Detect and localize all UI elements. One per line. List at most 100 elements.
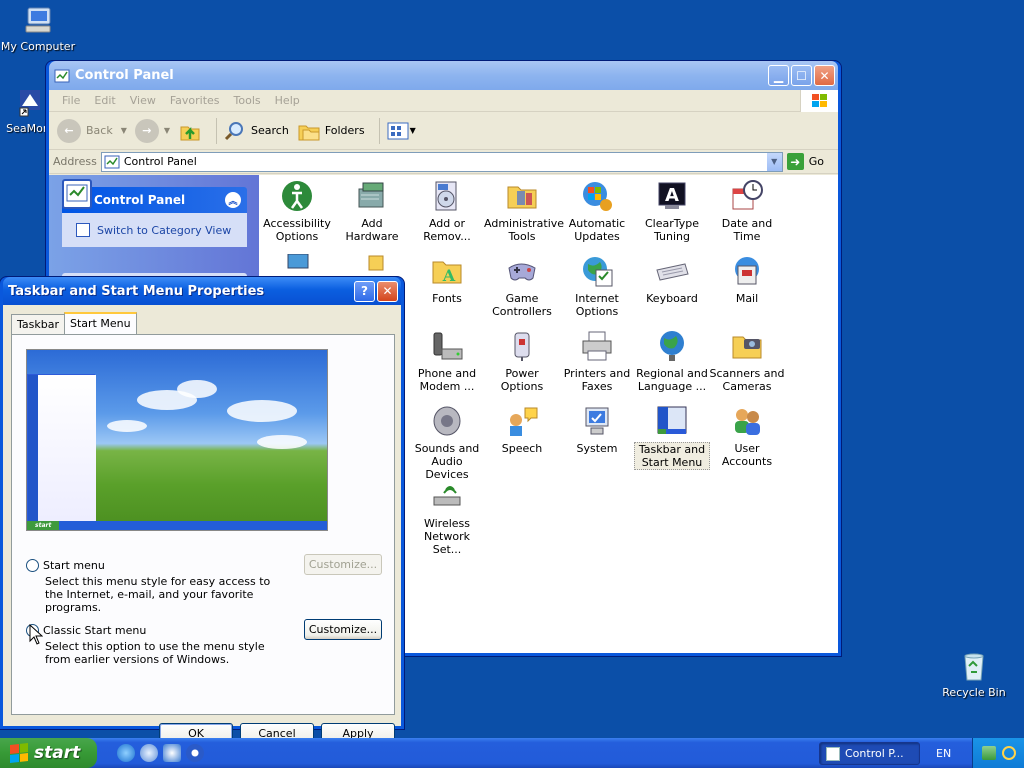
taskbar-button-control-panel[interactable]: Control P... bbox=[819, 742, 920, 765]
desktop-icon-label: My Computer bbox=[0, 40, 76, 53]
item-printers-and-faxes[interactable]: Printers and Faxes bbox=[559, 329, 635, 393]
item-label: User Accounts bbox=[721, 442, 773, 468]
item-administrative-tools[interactable]: Administrative Tools bbox=[484, 179, 564, 243]
close-button[interactable]: ✕ bbox=[377, 280, 398, 302]
item-label: Scanners and Cameras bbox=[709, 367, 785, 393]
address-value: Control Panel bbox=[123, 155, 197, 168]
task-button-label: Control P... bbox=[845, 747, 904, 760]
item-sounds-and-audio[interactable]: Sounds and Audio Devices bbox=[409, 404, 485, 481]
menu-help[interactable]: Help bbox=[268, 94, 307, 107]
tab-start-menu[interactable]: Start Menu bbox=[64, 312, 137, 334]
chevron-down-icon[interactable]: ▼ bbox=[164, 126, 170, 135]
item-system[interactable]: System bbox=[559, 404, 635, 455]
tab-taskbar[interactable]: Taskbar bbox=[11, 314, 65, 334]
search-icon[interactable] bbox=[1001, 746, 1016, 760]
item-cleartype-tuning[interactable]: A ClearType Tuning bbox=[634, 179, 710, 243]
go-button[interactable]: ➜ Go bbox=[786, 153, 824, 170]
item-add-remove-programs[interactable]: Add or Remov... bbox=[409, 179, 485, 243]
network-icon[interactable] bbox=[981, 746, 996, 760]
item-label: Printers and Faxes bbox=[563, 367, 631, 393]
phone-modem-icon bbox=[430, 329, 464, 363]
item-game-controllers[interactable]: Game Controllers bbox=[484, 254, 560, 318]
up-button[interactable] bbox=[178, 119, 202, 143]
outlook-express-icon[interactable] bbox=[163, 744, 181, 762]
option-label: Classic Start menu bbox=[43, 624, 147, 637]
task-box-title: Control Panel bbox=[94, 193, 186, 207]
media-player-icon[interactable] bbox=[186, 744, 204, 762]
address-dropdown-button[interactable]: ▼ bbox=[766, 152, 782, 171]
item-label: System bbox=[576, 442, 618, 455]
item-phone-and-modem[interactable]: Phone and Modem ... bbox=[409, 329, 485, 393]
menu-favorites[interactable]: Favorites bbox=[163, 94, 227, 107]
toolbar-separator bbox=[216, 117, 218, 144]
fonts-icon: A bbox=[430, 254, 464, 288]
cleartype-icon: A bbox=[655, 179, 689, 213]
item-label: Sounds and Audio Devices bbox=[414, 442, 480, 481]
windows-logo-icon bbox=[800, 89, 838, 112]
item-add-hardware[interactable]: Add Hardware bbox=[334, 179, 410, 243]
option-description: Select this option to use the menu style… bbox=[45, 640, 265, 666]
desktop-icon-my-computer[interactable]: My Computer bbox=[0, 4, 76, 53]
item-mail[interactable]: Mail bbox=[709, 254, 785, 305]
windows-flag-icon bbox=[10, 743, 28, 763]
item-regional-and-language[interactable]: Regional and Language ... bbox=[634, 329, 710, 393]
back-button[interactable]: ← Back ▼ bbox=[57, 118, 127, 143]
help-button[interactable]: ? bbox=[354, 280, 375, 302]
item-label: Wireless Network Set... bbox=[423, 517, 471, 556]
menu-file[interactable]: File bbox=[55, 94, 87, 107]
collapse-icon[interactable]: ︽ bbox=[225, 192, 241, 208]
windows-messenger-icon[interactable] bbox=[140, 744, 158, 762]
item-fonts[interactable]: A Fonts bbox=[409, 254, 485, 305]
task-box-header[interactable]: Control Panel ︽ bbox=[62, 179, 247, 213]
item-label: Add or Remov... bbox=[423, 217, 471, 243]
chevron-down-icon: ▼ bbox=[409, 126, 416, 135]
item-label: Fonts bbox=[432, 292, 462, 305]
address-input[interactable]: Control Panel ▼ bbox=[100, 151, 783, 172]
forward-button[interactable]: → ▼ bbox=[134, 118, 170, 143]
dialog-titlebar[interactable]: Taskbar and Start Menu Properties ? ✕ bbox=[3, 277, 401, 305]
item-label: Date and Time bbox=[721, 217, 773, 243]
administrative-tools-icon bbox=[505, 179, 539, 213]
maximize-button[interactable]: ☐ bbox=[791, 65, 812, 86]
category-view-icon bbox=[76, 223, 90, 237]
minimize-button[interactable]: ▁ bbox=[768, 65, 789, 86]
option-start-menu[interactable]: Start menu bbox=[26, 559, 105, 572]
desktop-icon-recycle-bin[interactable]: Recycle Bin bbox=[936, 650, 1012, 699]
language-indicator[interactable]: EN bbox=[930, 745, 957, 762]
menu-tools[interactable]: Tools bbox=[227, 94, 268, 107]
item-keyboard[interactable]: Keyboard bbox=[634, 254, 710, 305]
item-automatic-updates[interactable]: Automatic Updates bbox=[559, 179, 635, 243]
option-classic-start-menu[interactable]: Classic Start menu bbox=[26, 624, 146, 637]
item-label: Internet Options bbox=[575, 292, 619, 318]
views-button[interactable]: ▼ bbox=[386, 120, 416, 142]
customize-start-menu-button[interactable]: Customize... bbox=[304, 554, 382, 575]
printer-icon bbox=[580, 329, 614, 363]
item-taskbar-and-start-menu[interactable]: Taskbar and Start Menu bbox=[634, 404, 710, 470]
internet-explorer-icon[interactable] bbox=[117, 744, 135, 762]
item-scanners-and-cameras[interactable]: Scanners and Cameras bbox=[709, 329, 785, 393]
chevron-down-icon[interactable]: ▼ bbox=[121, 126, 127, 135]
item-speech[interactable]: Speech bbox=[484, 404, 560, 455]
item-accessibility-options[interactable]: Accessibility Options bbox=[259, 179, 335, 243]
menu-view[interactable]: View bbox=[123, 94, 163, 107]
item-power-options[interactable]: Power Options bbox=[484, 329, 560, 393]
start-button[interactable]: start bbox=[0, 738, 97, 768]
speech-icon bbox=[505, 404, 539, 438]
item-wireless-network-setup[interactable]: Wireless Network Set... bbox=[409, 479, 485, 556]
control-panel-icon bbox=[62, 179, 92, 209]
item-date-and-time[interactable]: Date and Time bbox=[709, 179, 785, 243]
switch-category-view-link[interactable]: Switch to Category View bbox=[97, 224, 231, 237]
address-bar: Address Control Panel ▼ ➜ Go bbox=[49, 150, 838, 174]
system-icon bbox=[580, 404, 614, 438]
item-internet-options[interactable]: Internet Options bbox=[559, 254, 635, 318]
start-menu-preview: start bbox=[26, 349, 328, 531]
search-button[interactable]: Search bbox=[223, 119, 289, 143]
menu-edit[interactable]: Edit bbox=[87, 94, 122, 107]
folders-button[interactable]: Folders bbox=[297, 119, 365, 143]
customize-classic-start-menu-button[interactable]: Customize... bbox=[304, 619, 382, 640]
close-button[interactable]: ✕ bbox=[814, 65, 835, 86]
item-user-accounts[interactable]: User Accounts bbox=[709, 404, 785, 468]
start-menu-radio[interactable] bbox=[26, 559, 39, 572]
control-panel-titlebar[interactable]: Control Panel ▁ ☐ ✕ bbox=[49, 61, 838, 90]
taskbar: start Control P... EN bbox=[0, 738, 1024, 768]
